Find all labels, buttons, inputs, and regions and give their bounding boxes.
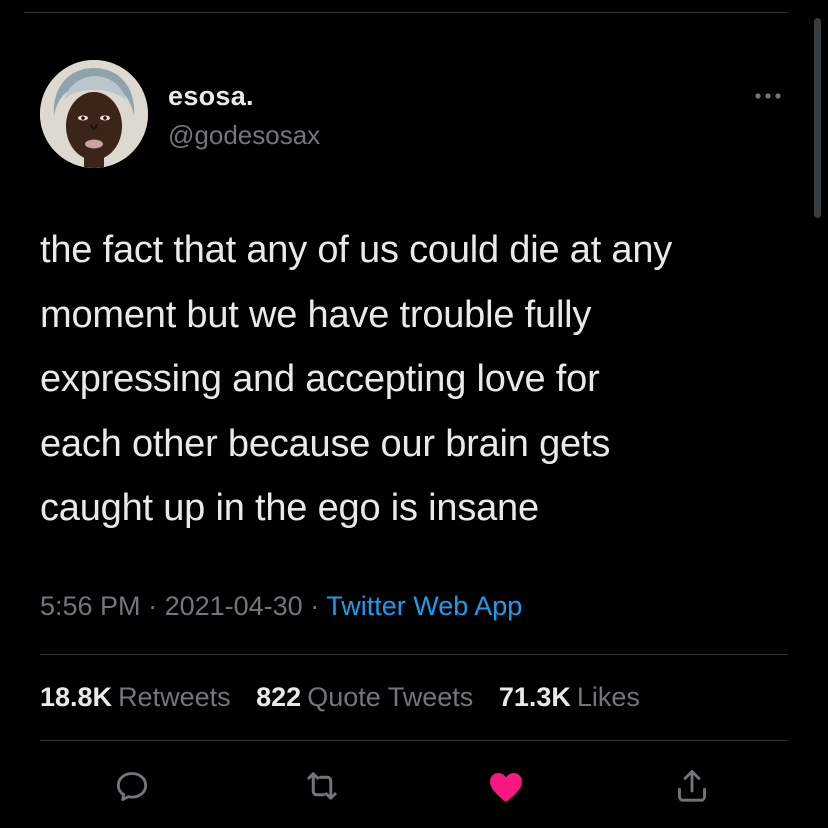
- retweet-button[interactable]: [296, 760, 348, 812]
- scrollbar-thumb[interactable]: [814, 18, 821, 218]
- tweet-line: caught up in the ego is insane: [40, 487, 539, 529]
- tweet-line: moment but we have trouble fully: [40, 293, 592, 336]
- meta-separator: ·: [140, 591, 165, 621]
- display-name[interactable]: esosa.: [168, 80, 254, 112]
- tweet-body: the fact that any of us could die at any…: [40, 218, 800, 541]
- retweets-count: 18.8K: [40, 682, 113, 712]
- tweet-line: the fact that any of us could die at any: [40, 229, 673, 271]
- meta-separator: ·: [302, 591, 327, 621]
- tweet-date[interactable]: 2021-04-30: [165, 591, 303, 621]
- reply-button[interactable]: [106, 760, 158, 812]
- retweets-stat[interactable]: 18.8K Retweets: [40, 682, 231, 712]
- tweet-detail-view: esosa. @godesosax the fact that any of u…: [0, 0, 828, 828]
- retweets-label: Retweets: [118, 682, 231, 712]
- more-dots-icon[interactable]: [748, 84, 788, 108]
- tweet-line: each other because our brain gets: [40, 422, 611, 465]
- likes-stat[interactable]: 71.3K Likes: [499, 682, 640, 712]
- divider: [40, 740, 788, 741]
- divider: [40, 654, 788, 655]
- likes-count: 71.3K: [498, 682, 571, 712]
- tweet-time[interactable]: 5:56 PM: [40, 591, 141, 621]
- share-icon: [678, 770, 706, 802]
- profile-photo-icon: [40, 60, 148, 168]
- reply-icon: [116, 772, 148, 802]
- like-button[interactable]: [480, 760, 532, 812]
- tweet-line: expressing and accepting love for: [40, 358, 600, 400]
- tweet-metadata: 5:56 PM · 2021-04-30 · Twitter Web App: [40, 586, 522, 626]
- engagement-stats: 18.8K Retweets 822 Quote Tweets 71.3K Likes: [40, 677, 658, 717]
- user-handle[interactable]: @godesosax: [168, 119, 320, 151]
- quote-tweets-count: 822: [256, 682, 302, 712]
- tweet-source-link[interactable]: Twitter Web App: [326, 591, 522, 621]
- likes-label: Likes: [576, 682, 640, 712]
- top-divider: [24, 12, 788, 13]
- avatar[interactable]: [40, 60, 148, 168]
- quote-tweets-stat[interactable]: 822 Quote Tweets: [256, 682, 473, 712]
- share-button[interactable]: [666, 760, 718, 812]
- like-icon: [490, 772, 522, 802]
- quote-tweets-label: Quote Tweets: [307, 682, 474, 712]
- retweet-icon: [307, 772, 337, 800]
